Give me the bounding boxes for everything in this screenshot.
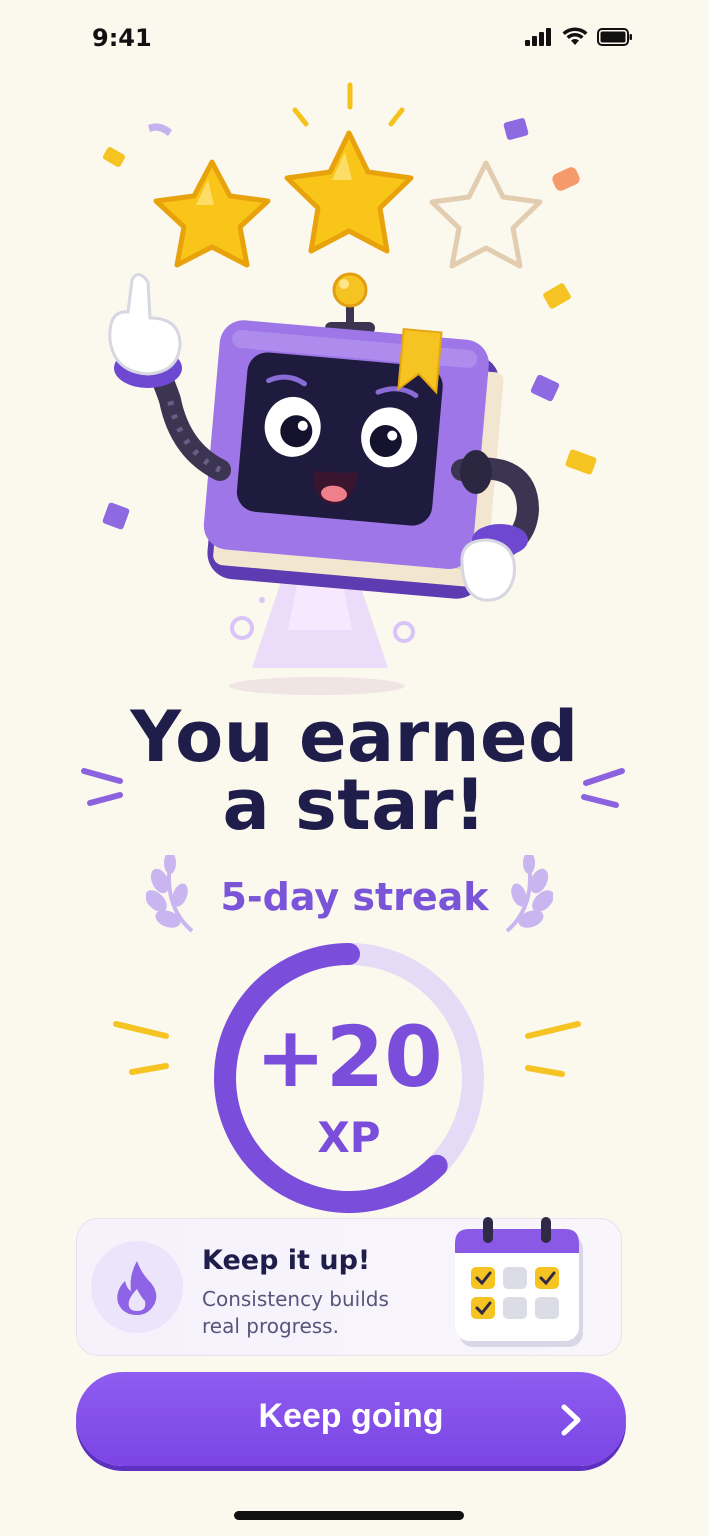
star-icon — [284, 130, 414, 254]
keep-going-button[interactable]: Keep going — [76, 1372, 626, 1466]
burst-lines-left — [113, 1021, 169, 1075]
signal-icon — [525, 27, 551, 46]
status-time: 9:41 — [92, 24, 152, 52]
card-title: Keep it up! — [202, 1245, 371, 1276]
status-icons — [525, 27, 633, 46]
star-outline-icon — [429, 160, 543, 269]
burst-lines-left — [81, 768, 123, 806]
flame-icon — [117, 1261, 157, 1315]
title-line-1: You earned — [130, 696, 579, 778]
lesson-complete-screen: 9:41 You earned a star! 5-day streak +20… — [0, 0, 709, 1536]
card-body: Consistency builds real progress. — [202, 1287, 389, 1338]
hero-illustration — [102, 82, 597, 695]
laurel-icon — [505, 855, 553, 933]
calendar-icon — [455, 1217, 583, 1347]
flame-badge — [91, 1241, 183, 1333]
xp-amount: +20 — [255, 1008, 443, 1106]
burst-lines-right — [581, 768, 625, 808]
xp-unit: XP — [317, 1113, 381, 1162]
sparkle-rays — [292, 82, 405, 127]
home-indicator — [234, 1511, 464, 1520]
burst-lines-right — [525, 1021, 581, 1077]
wifi-icon — [562, 27, 588, 45]
encouragement-card: Keep it up! Consistency builds real prog… — [76, 1217, 622, 1356]
streak-row: 5-day streak — [0, 855, 709, 935]
keep-going-label: Keep going — [258, 1397, 444, 1435]
chevron-right-icon — [561, 1404, 581, 1436]
streak-label: 5-day streak — [220, 875, 489, 919]
star-icon — [153, 159, 271, 268]
battery-icon — [597, 27, 632, 46]
